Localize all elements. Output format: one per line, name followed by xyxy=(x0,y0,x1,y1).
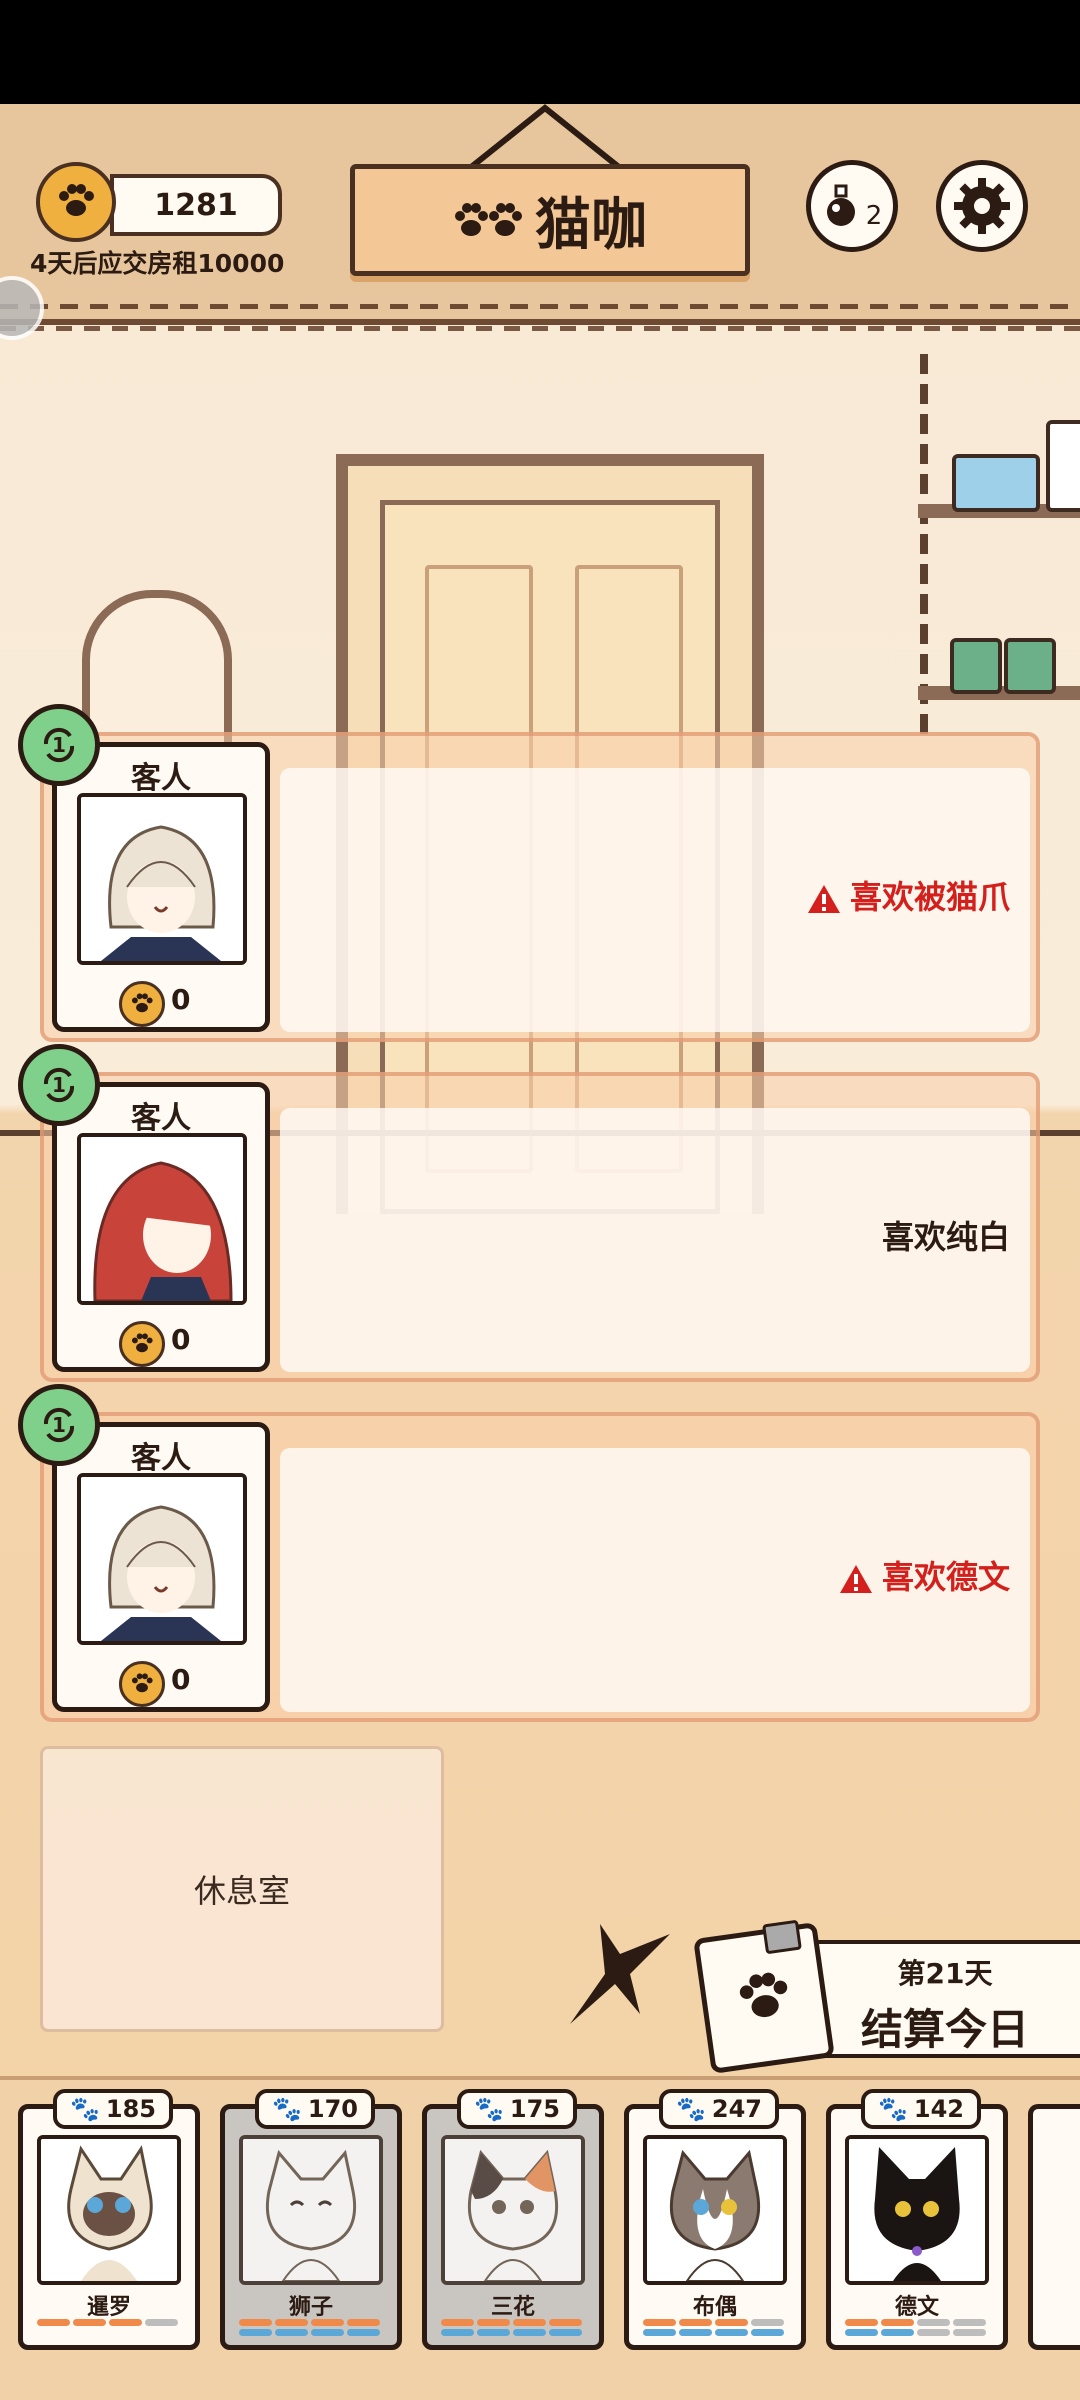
cat-score: 🐾 142 xyxy=(861,2089,981,2129)
svg-text:1: 1 xyxy=(52,1073,66,1097)
customer-coins: 0 xyxy=(171,1663,191,1696)
cat-score: 🐾 175 xyxy=(457,2089,577,2129)
customer-coins: 0 xyxy=(171,983,191,1016)
customer-row: 客人 0 1 喜欢德文 xyxy=(18,1384,1040,1722)
cat-score-value: 175 xyxy=(509,2095,560,2123)
jar-decor xyxy=(950,638,1002,694)
refresh-icon: 1 xyxy=(43,727,75,763)
warning-icon xyxy=(839,1565,872,1593)
paw-coin-icon xyxy=(119,1321,165,1367)
cat-portrait xyxy=(37,2135,181,2285)
cat-card[interactable]: 🐾 175 三花 xyxy=(422,2089,604,2350)
refresh-icon: 1 xyxy=(43,1067,75,1103)
cat-name: 狮子 xyxy=(288,2295,333,2320)
potion-button[interactable]: 2 xyxy=(806,160,898,252)
customer-card[interactable]: 客人 0 xyxy=(52,1082,270,1372)
cat-stat-bars xyxy=(845,2319,989,2336)
warning-icon xyxy=(807,885,840,913)
cat-stat-bars xyxy=(643,2319,787,2336)
cat-stat-bars xyxy=(37,2319,181,2326)
cat-name: 三花 xyxy=(490,2295,535,2320)
jar-decor xyxy=(952,454,1040,512)
customer-preference: 喜欢被猫爪 xyxy=(806,872,1010,918)
beam-dash-decor xyxy=(0,326,1080,331)
settings-button[interactable] xyxy=(936,160,1028,252)
cat-portrait xyxy=(845,2135,989,2285)
preference-text: 喜欢德文 xyxy=(881,1558,1010,1596)
customer-coins: 0 xyxy=(171,1323,191,1356)
refresh-button[interactable]: 1 xyxy=(18,1044,100,1126)
money-counter: 1281 xyxy=(110,174,282,236)
refresh-icon: 1 xyxy=(43,1407,75,1443)
customer-portrait xyxy=(77,793,247,965)
refresh-button[interactable]: 1 xyxy=(18,1384,100,1466)
cat-card[interactable]: 🐾 170 狮子 xyxy=(220,2089,402,2350)
potion-count: 2 xyxy=(865,201,883,231)
cat-name: 德文 xyxy=(894,2295,939,2320)
floor-crack-decor xyxy=(570,1924,670,2024)
rent-notice: 4天后应交房租10000 xyxy=(30,249,285,278)
jar-decor xyxy=(1004,638,1056,694)
clipboard-clip-decor xyxy=(762,1919,802,1955)
potion-icon xyxy=(826,184,855,226)
customer-card[interactable]: 客人 0 xyxy=(52,742,270,1032)
status-bar xyxy=(0,0,1080,104)
cafe-title: 猫咖 xyxy=(535,192,647,258)
cat-score: 🐾 170 xyxy=(255,2089,375,2129)
cat-card[interactable]: 🐾 185 暹罗 xyxy=(18,2089,200,2350)
shelf-post-decor xyxy=(920,354,928,734)
customer-row: 客人 0 1 喜欢被猫爪 xyxy=(18,704,1040,1042)
cat-name: 暹罗 xyxy=(86,2295,131,2320)
paw-icon xyxy=(455,203,522,236)
customer-row: 客人 0 1 喜欢纯白 xyxy=(18,1044,1040,1382)
refresh-button[interactable]: 1 xyxy=(18,704,100,786)
svg-text:1: 1 xyxy=(52,1413,66,1437)
cat-card-partial[interactable] xyxy=(1028,2104,1080,2350)
paw-coin-icon xyxy=(119,981,165,1027)
settle-today-label: 结算今日 xyxy=(860,2005,1029,2054)
customer-portrait xyxy=(77,1473,247,1645)
cat-portrait xyxy=(441,2135,585,2285)
bottle-decor xyxy=(1046,420,1080,512)
preference-text: 喜欢被猫爪 xyxy=(849,878,1010,916)
cat-card[interactable]: 🐾 142 德文 xyxy=(826,2089,1008,2350)
cat-card[interactable]: 🐾 247 布偶 xyxy=(624,2089,806,2350)
customer-preference: 喜欢德文 xyxy=(838,1552,1010,1598)
paw-coin-icon xyxy=(36,162,116,242)
cat-portrait xyxy=(643,2135,787,2285)
svg-text:1: 1 xyxy=(52,733,66,757)
cat-score-value: 142 xyxy=(913,2095,964,2123)
cat-score: 🐾 185 xyxy=(53,2089,173,2129)
day-counter: 第21天 xyxy=(897,1957,993,1990)
customer-preference: 喜欢纯白 xyxy=(882,1212,1010,1258)
cat-score: 🐾 247 xyxy=(659,2089,779,2129)
gear-icon xyxy=(954,178,1010,234)
customer-card[interactable]: 客人 0 xyxy=(52,1422,270,1712)
lounge-label: 休息室 xyxy=(193,1872,290,1910)
customer-portrait xyxy=(77,1133,247,1305)
cat-stat-bars xyxy=(239,2319,383,2336)
cat-stat-bars xyxy=(441,2319,585,2336)
paw-coin-icon xyxy=(119,1661,165,1707)
cat-portrait xyxy=(239,2135,383,2285)
cafe-sign: 猫咖 xyxy=(350,164,750,276)
cat-score-value: 247 xyxy=(711,2095,762,2123)
cat-name: 布偶 xyxy=(692,2295,737,2320)
lounge-area[interactable]: 休息室 xyxy=(40,1746,444,2032)
cat-score-value: 185 xyxy=(105,2095,156,2123)
cafe-scene: 1281 4天后应交房租10000 猫咖 2 客人 0 1 喜欢被猫爪 客人 0… xyxy=(0,104,1080,2400)
cat-score-value: 170 xyxy=(307,2095,358,2123)
preference-text: 喜欢纯白 xyxy=(881,1218,1010,1256)
